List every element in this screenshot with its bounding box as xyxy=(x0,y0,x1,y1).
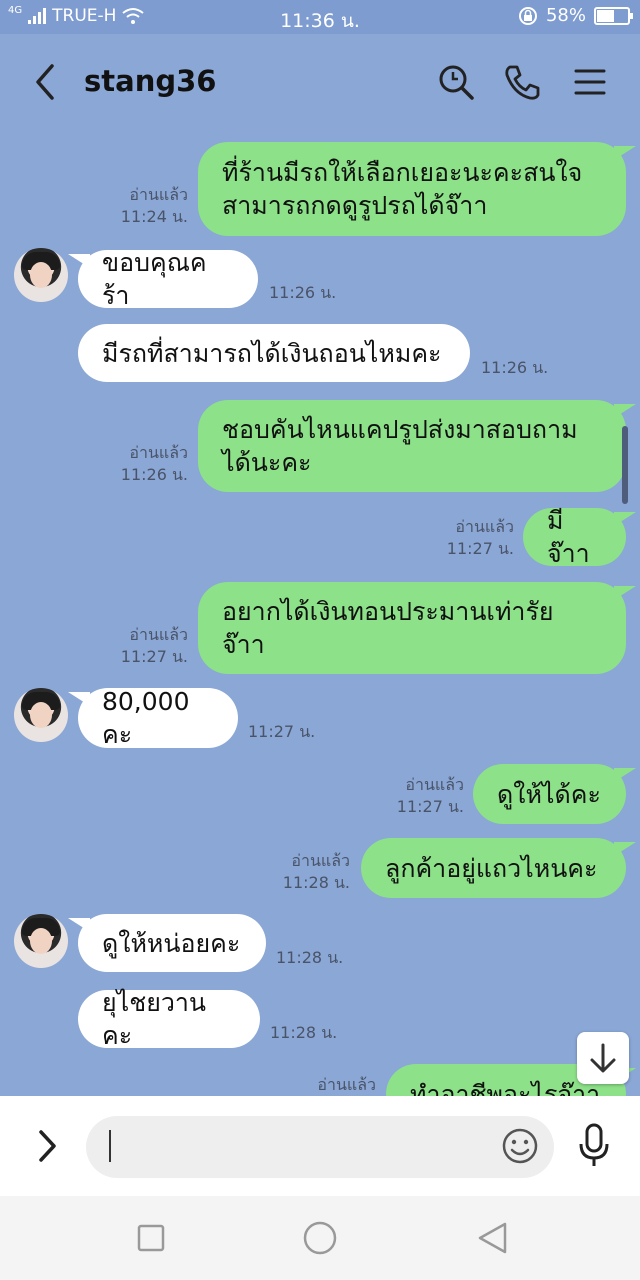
message-bubble-incoming[interactable]: ขอบคุณคร้า xyxy=(68,248,258,310)
read-status: อ่านแล้ว 11:27 น. xyxy=(446,517,514,558)
search-icon[interactable] xyxy=(436,62,476,102)
message-bubble-incoming[interactable]: 80,000 คะ xyxy=(68,687,238,749)
status-bar: 4G TRUE-H 11:36 น. 58% xyxy=(0,0,640,34)
arrow-down-icon xyxy=(590,1043,616,1073)
message-input[interactable] xyxy=(86,1116,554,1178)
message-line: 80,000 คะ xyxy=(102,687,190,749)
menu-icon[interactable] xyxy=(570,62,610,102)
message-line: ทำอาชีพอะไรจ๊าา xyxy=(410,1079,601,1097)
message-bubble-incoming[interactable]: ดูให้หน่อยคะ xyxy=(68,914,266,972)
message-bubble-outgoing[interactable]: มีจ๊าา xyxy=(523,506,636,568)
message-time: 11:28 น. xyxy=(270,1023,338,1042)
message-time: 11:26 น. xyxy=(481,358,549,377)
recent-apps-icon[interactable] xyxy=(131,1218,171,1258)
message-line: สามารถกดดูรูปรถได้จ๊าา xyxy=(222,191,488,220)
read-status: อ่านแล้ว xyxy=(317,1075,376,1094)
message-bubble-outgoing[interactable]: ลูกค้าอยู่แถวไหนคะ xyxy=(361,838,636,898)
scroll-to-bottom-button[interactable] xyxy=(577,1032,629,1084)
battery-fill xyxy=(597,9,614,22)
message-bubble-outgoing[interactable]: อยากได้เงินทอนประมานเท่ารัยจ๊าา xyxy=(198,582,636,674)
message-line: อยากได้เงินทอนประมานเท่ารัย xyxy=(222,597,554,626)
message-line: จ๊าา xyxy=(222,630,265,659)
message-line: ลูกค้าอยู่แถวไหนคะ xyxy=(385,853,598,883)
message-line: มีจ๊าา xyxy=(547,506,590,568)
message-time: 11:26 น. xyxy=(269,283,337,302)
microphone-icon[interactable] xyxy=(576,1122,612,1168)
scrollbar[interactable] xyxy=(622,426,628,504)
message-input-bar xyxy=(0,1096,640,1196)
message-bubble-outgoing[interactable]: ดูให้ได้คะ xyxy=(473,764,636,824)
avatar[interactable] xyxy=(14,914,68,968)
battery-percent: 58% xyxy=(545,5,586,26)
read-status: อ่านแล้ว 11:27 น. xyxy=(120,625,188,666)
contact-name: stang36 xyxy=(84,64,217,98)
message-line: ที่ร้านมีรถให้เลือกเยอะนะคะสนใจ xyxy=(222,158,583,187)
message-list[interactable]: อ่านแล้ว 11:24 น. ที่ร้านมีรถให้เลือกเยอะ… xyxy=(0,128,640,1096)
message-line: ขอบคุณคร้า xyxy=(102,248,207,310)
message-bubble-outgoing[interactable]: ที่ร้านมีรถให้เลือกเยอะนะคะสนใจสามารถกดด… xyxy=(198,142,636,236)
read-status: อ่านแล้ว 11:26 น. xyxy=(120,443,188,484)
message-bubble-incoming[interactable]: มีรถที่สามารถได้เงินถอนไหมคะ xyxy=(78,324,470,382)
avatar[interactable] xyxy=(14,248,68,302)
message-time: 11:28 น. xyxy=(276,948,344,967)
home-icon[interactable] xyxy=(300,1218,340,1258)
battery-icon xyxy=(594,6,633,25)
read-status: อ่านแล้ว 11:28 น. xyxy=(282,851,350,892)
back-triangle-icon[interactable] xyxy=(472,1218,512,1258)
read-status: อ่านแล้ว 11:24 น. xyxy=(120,185,188,226)
message-line: ได้นะคะ xyxy=(222,448,312,477)
message-line: มีรถที่สามารถได้เงินถอนไหมคะ xyxy=(102,338,442,368)
phone-icon[interactable] xyxy=(502,62,542,102)
chat-header: stang36 xyxy=(0,34,640,128)
system-nav-bar xyxy=(0,1196,640,1280)
message-line: ยุไชยวานคะ xyxy=(102,988,207,1050)
avatar[interactable] xyxy=(14,688,68,742)
message-line: ดูให้หน่อยคะ xyxy=(102,928,241,958)
expand-arrow-icon[interactable] xyxy=(32,1126,62,1166)
message-line: ดูให้ได้คะ xyxy=(497,779,601,809)
back-arrow-icon[interactable] xyxy=(30,62,64,102)
emoji-icon[interactable] xyxy=(500,1126,540,1166)
message-line: ชอบคันไหนแคปรูปส่งมาสอบถาม xyxy=(222,415,578,444)
read-status: อ่านแล้ว 11:27 น. xyxy=(396,775,464,816)
message-bubble-outgoing[interactable]: ชอบคันไหนแคปรูปส่งมาสอบถามได้นะคะ xyxy=(198,400,636,492)
message-bubble-incoming[interactable]: ยุไชยวานคะ xyxy=(78,988,260,1050)
rotation-lock-icon xyxy=(518,6,537,25)
text-caret xyxy=(109,1130,111,1162)
message-time: 11:27 น. xyxy=(248,722,316,741)
